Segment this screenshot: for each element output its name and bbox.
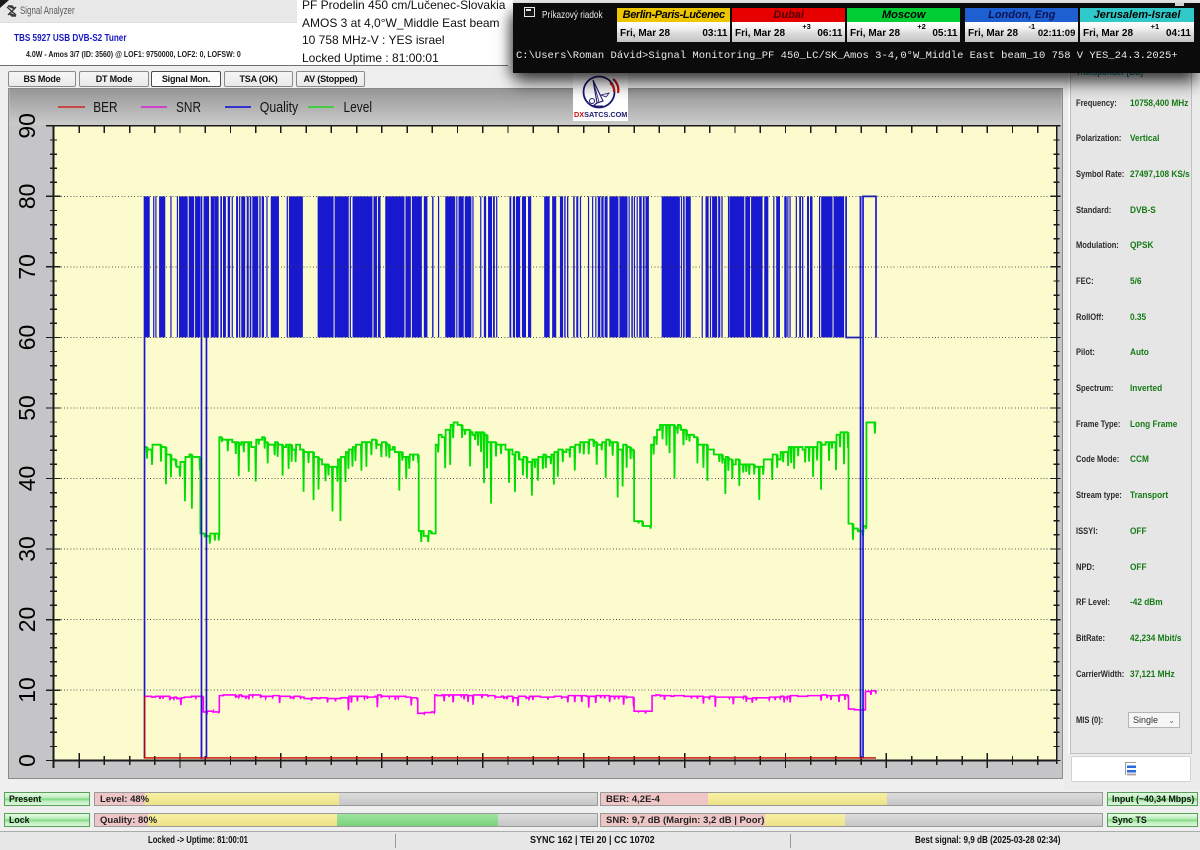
svg-text:SNR: SNR	[176, 99, 201, 116]
svg-text:Level: Level	[344, 99, 372, 116]
svg-text:90: 90	[14, 113, 40, 139]
svg-text:20: 20	[14, 607, 40, 632]
svg-text:30: 30	[14, 536, 40, 562]
svg-text:40: 40	[14, 466, 40, 492]
svg-text:0: 0	[14, 754, 40, 767]
svg-text:Quality: Quality	[260, 99, 299, 116]
svg-text:80: 80	[14, 184, 40, 210]
svg-text:DXSATCS.COM: DXSATCS.COM	[574, 110, 627, 119]
svg-text:60: 60	[14, 325, 40, 351]
svg-text:10: 10	[14, 677, 40, 702]
svg-text:70: 70	[14, 254, 40, 280]
svg-text:BER: BER	[93, 99, 117, 116]
svg-text:50: 50	[14, 395, 40, 421]
